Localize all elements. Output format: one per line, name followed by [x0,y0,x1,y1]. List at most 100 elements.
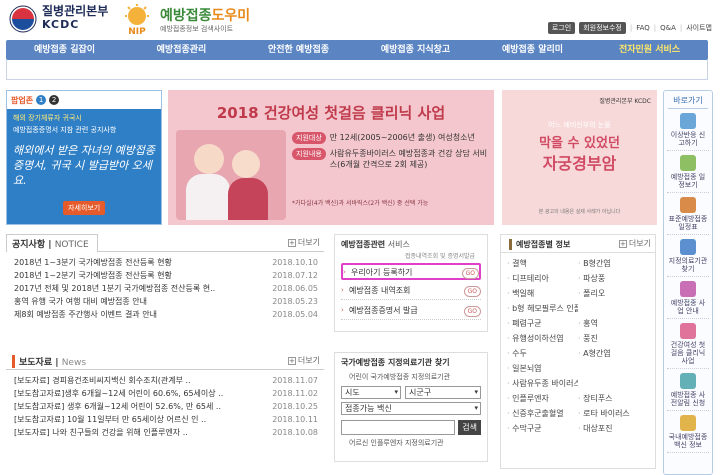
child-hospital-link[interactable]: 어린이 국가예방접종 지정의료기관 [335,372,487,386]
popup-page-2[interactable]: 2 [49,95,60,105]
org-name: 질병관리본부 [42,4,109,18]
quick-menu-item[interactable]: 이상반응 신고하기 [667,109,709,151]
disease-link[interactable]: 풍진 [578,332,649,345]
disease-link[interactable]: A형간염 [578,347,649,360]
notice-list: 2018년 1~3분기 국가예방접종 전산등록 현황 2018.10.10 2018… [6,252,324,321]
quick-menu-item[interactable]: 건강여성 첫걸음 클리닉 사업 [667,319,709,369]
disease-link[interactable]: 수두 [507,347,578,360]
disease-link[interactable]: 수막구균 [507,422,578,435]
quick-menu-icon [680,197,696,213]
disease-link[interactable]: B형간염 [578,257,649,270]
disease-link[interactable]: 디프테리아 [507,272,578,285]
nip-logo-icon[interactable]: NIP [118,4,156,36]
register-baby-link[interactable]: › 우리아기 등록하기 GO [341,263,481,280]
history-lookup-link[interactable]: › 예방접종 내역조회 GO [341,283,481,300]
list-item[interactable]: 2017년 전체 및 2018년 1분기 국가예방접종 전산등록 현.. 2018… [14,282,318,295]
header: 질병관리본부 KCDC NIP 예방접종도우미 예방접종정보 검색사이트 로그인… [0,0,720,38]
disease-link[interactable]: 대상포진 [578,422,649,435]
disease-link[interactable]: 폴리오 [578,287,649,300]
vaccine-value: 접종가능 백신 [345,404,392,413]
nav-management[interactable]: 예방접종관리 [123,40,240,60]
site-title[interactable]: 예방접종도우미 [160,5,250,25]
list-item[interactable]: [보도자료] 나와 친구들의 건강을 위해 인플루엔자 .. 2018.10.08 [14,426,318,439]
disease-link[interactable]: 사람유두종 바이러스 [507,377,578,390]
faq-link[interactable]: FAQ [636,24,650,32]
list-item[interactable]: 2018년 1~2분기 국가예방접종 전산등록 현황 2018.07.12 [14,269,318,282]
quick-menu-item[interactable]: 예방접종 일정보기 [667,151,709,193]
quick-menu-icon [680,373,696,389]
disease-link[interactable]: 백일해 [507,287,578,300]
press-more-link[interactable]: + 더보기 [287,355,320,366]
quick-menu-item[interactable]: 예방접종 사업 안내 [667,277,709,319]
nav-guide[interactable]: 예방접종 길잡이 [6,40,123,60]
quick-menu-label: 예방접종 사업 안내 [670,299,706,315]
disease-link[interactable]: 일본뇌염 [507,362,578,375]
disease-more-link[interactable]: + 더보기 [618,238,651,249]
popup-zone[interactable]: 팝업존 1 2 해외 장기체류자 귀국시 예방접종증명서 지참 관련 공지사항 … [6,90,162,225]
banner-row: 지원내용 사람유두종바이러스 예방접종과 건강 상담 서비스(6개월 간격으로 … [292,148,488,170]
quick-menu: 바로가기 이상반응 신고하기 예방접종 일정보기 표준예방접종 일정표 지정의료기관 … [663,90,713,475]
go-button[interactable]: GO [463,286,481,297]
list-item[interactable]: 제8회 예방접종 주간행사 이벤트 결과 안내 2018.05.04 [14,308,318,321]
quick-menu-icon [680,323,696,339]
disease-link[interactable]: 로타 바이러스 [578,407,649,420]
list-item-date: 2018.10.11 [272,415,318,424]
list-item-date: 2018.05.23 [272,297,318,306]
list-item-date: 2018.10.10 [272,258,318,267]
service-title-a: 예방접종관련 [341,240,386,249]
sido-select[interactable]: 시도 ▾ [341,386,401,399]
disease-link[interactable]: 유행성이하선염 [507,332,578,345]
popup-detail-button[interactable]: 자세히보기 [63,201,106,215]
disease-link[interactable]: 장티푸스 [578,392,649,405]
list-item[interactable]: [보도참고자료]생후 6개월~12세 어린이 60.6%, 65세이상 .. 20… [14,387,318,400]
list-item[interactable]: [보도참고자료] 10월 11일부터 만 65세이상 어르신 인 .. 2018.… [14,413,318,426]
main-nav: 예방접종 길잡이 예방접종관리 안전한 예방접종 예방접종 지식창고 예방접종 … [6,40,708,60]
disease-link[interactable]: 인플루엔자 [507,392,578,405]
sitemap-link[interactable]: 사이트맵 [686,23,712,33]
kcdc-logo-icon[interactable] [8,4,38,34]
popup-page-1[interactable]: 1 [36,95,47,105]
list-item[interactable]: 홍역 유행 국가 여행 대비 예방접종 안내 2018.05.23 [14,295,318,308]
list-item-date: 2018.11.07 [272,376,318,385]
nav-knowledge[interactable]: 예방접종 지식창고 [357,40,474,60]
quick-menu-item[interactable]: 지정의료기관 찾기 [667,235,709,277]
banner-title: 2018 건강여성 첫걸음 클리닉 사업 [216,104,446,122]
quick-menu-item[interactable]: 표준예방접종 일정표 [667,193,709,235]
util-separator: | [679,24,683,32]
list-item-title: [보도참고자료]생후 6개월~12세 어린이 60.6%, 65세이상 .. [14,389,224,398]
list-item[interactable]: [보도참고자료] 생후 6개월~12세 어린이 52.6%, 만 65세 .. 2… [14,400,318,413]
edit-profile-button[interactable]: 회원정보수정 [579,22,626,34]
main-banner[interactable]: 2018 건강여성 첫걸음 클리닉 사업 지원대상 만 12세(2005~200… [168,90,494,225]
qa-link[interactable]: Q&A [660,24,676,32]
search-button[interactable]: 검색 [458,420,481,435]
disease-link[interactable]: b형 헤모필루스 인플루엔자 [507,302,578,315]
sigungu-select[interactable]: 시군구 ▾ [405,386,481,399]
nav-safety[interactable]: 안전한 예방접종 [240,40,357,60]
login-button[interactable]: 로그인 [547,22,576,34]
cervical-cancer-banner[interactable]: 질병관리본부 KCDC 어느 예비신부의 눈물 막을 수 있었던 자궁경부암 본… [502,90,657,225]
disease-link[interactable]: 파상풍 [578,272,649,285]
disease-link[interactable]: 홍역 [578,317,649,330]
go-button[interactable]: GO [461,268,479,279]
disease-link[interactable]: 결핵 [507,257,578,270]
press-title: 보도자료 | News [12,355,86,368]
list-item[interactable]: [보도자료] 경피용건조비씨지백신 회수조치(관계부 .. 2018.11.07 [14,374,318,387]
site-subtitle: 예방접종정보 검색사이트 [160,25,234,33]
list-item-title: 2018년 1~3분기 국가예방접종 전산등록 현황 [14,258,172,267]
region-select-row: 시도 ▾ 시군구 ▾ [335,386,487,402]
senior-flu-hospital-link[interactable]: 어르신 인플루엔자 지정의료기관 [335,438,487,452]
go-button[interactable]: GO [463,306,481,317]
nav-notifier[interactable]: 예방접종 알리미 [474,40,591,60]
quick-menu-item[interactable]: 국내예방접종 백신 정보 [667,411,709,453]
vaccine-select[interactable]: 접종가능 백신 ▾ [341,402,481,415]
quick-menu-item[interactable]: 예방접종 사전알림 신청 [667,369,709,411]
disease-link[interactable]: 신증후군출혈열 [507,407,578,420]
banner-text: 만 12세(2005~2006년 출생) 여성청소년 [329,133,475,142]
disease-link[interactable]: 폐렴구균 [507,317,578,330]
certificate-link[interactable]: › 예방접종증명서 발급 GO [341,303,481,320]
list-item[interactable]: 2018년 1~3분기 국가예방접종 전산등록 현황 2018.10.10 [14,256,318,269]
notice-more-link[interactable]: + 더보기 [287,237,320,248]
list-item-title: 2017년 전체 및 2018년 1분기 국가예방접종 전산등록 현.. [14,284,216,293]
hospital-search-input[interactable] [341,420,456,435]
nav-e-service[interactable]: 전자민원 서비스 [591,40,708,60]
